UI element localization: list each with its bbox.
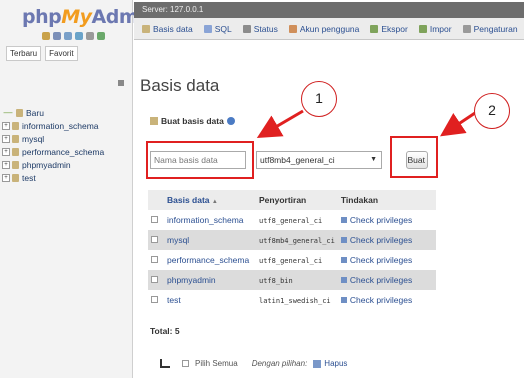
check-privileges-link[interactable]: Check privileges [340, 275, 412, 285]
header-collation: Penyortiran [256, 190, 338, 210]
row-checkbox[interactable] [151, 256, 158, 263]
delete-icon [313, 359, 322, 368]
database-link[interactable]: test [167, 295, 181, 305]
table-row: phpmyadmin utf8_bin Check privileges [148, 270, 436, 290]
privileges-icon [340, 237, 347, 243]
row-checkbox[interactable] [151, 236, 158, 243]
annotation-arrow-2 [440, 109, 479, 137]
annotation-circle-2: 2 [474, 93, 510, 129]
check-privileges-link[interactable]: Check privileges [340, 235, 412, 245]
privileges-icon [340, 217, 347, 223]
table-row: mysql utf8mb4_general_ci Check privilege… [148, 230, 436, 250]
bulk-actions-bar: Pilih Semua Dengan pilihan: Hapus [160, 359, 347, 368]
select-all-label[interactable]: Pilih Semua [195, 359, 238, 368]
total-count: Total: 5 [150, 326, 180, 336]
collation-value: utf8_general_ci [259, 257, 323, 265]
elbow-arrow-icon [160, 359, 170, 368]
table-header-row: Basis data ▲ Penyortiran Tindakan [148, 190, 436, 210]
check-privileges-link[interactable]: Check privileges [340, 255, 412, 265]
collation-value: utf8mb4_general_ci [259, 237, 335, 245]
collation-value: utf8_bin [259, 277, 293, 285]
table-row: test latin1_swedish_ci Check privileges [148, 290, 436, 310]
annotation-arrows [256, 109, 479, 139]
check-privileges-link[interactable]: Check privileges [340, 215, 412, 225]
database-link[interactable]: information_schema [167, 215, 244, 225]
database-link[interactable]: phpmyadmin [167, 275, 216, 285]
with-selected-label: Dengan pilihan: [251, 359, 308, 368]
annotation-circle-1: 1 [301, 81, 337, 117]
table-row: performance_schema utf8_general_ci Check… [148, 250, 436, 270]
collation-value: utf8_general_ci [259, 217, 323, 225]
header-checkbox-cell [148, 190, 164, 210]
table-row: information_schema utf8_general_ci Check… [148, 210, 436, 230]
row-checkbox[interactable] [151, 216, 158, 223]
row-checkbox[interactable] [151, 296, 158, 303]
databases-table: Basis data ▲ Penyortiran Tindakan inform… [148, 190, 436, 310]
collation-value: latin1_swedish_ci [259, 297, 331, 305]
select-all-checkbox[interactable] [182, 360, 189, 367]
row-checkbox[interactable] [151, 276, 158, 283]
header-action: Tindakan [337, 190, 436, 210]
sort-asc-icon: ▲ [211, 199, 218, 205]
annotation-arrow-1 [256, 109, 304, 139]
privileges-icon [340, 297, 347, 303]
privileges-icon [340, 277, 347, 283]
delete-button[interactable]: Hapus [313, 359, 347, 368]
check-privileges-link[interactable]: Check privileges [340, 295, 412, 305]
header-database[interactable]: Basis data ▲ [164, 190, 256, 210]
database-link[interactable]: mysql [167, 235, 189, 245]
database-link[interactable]: performance_schema [167, 255, 249, 265]
privileges-icon [340, 257, 347, 263]
